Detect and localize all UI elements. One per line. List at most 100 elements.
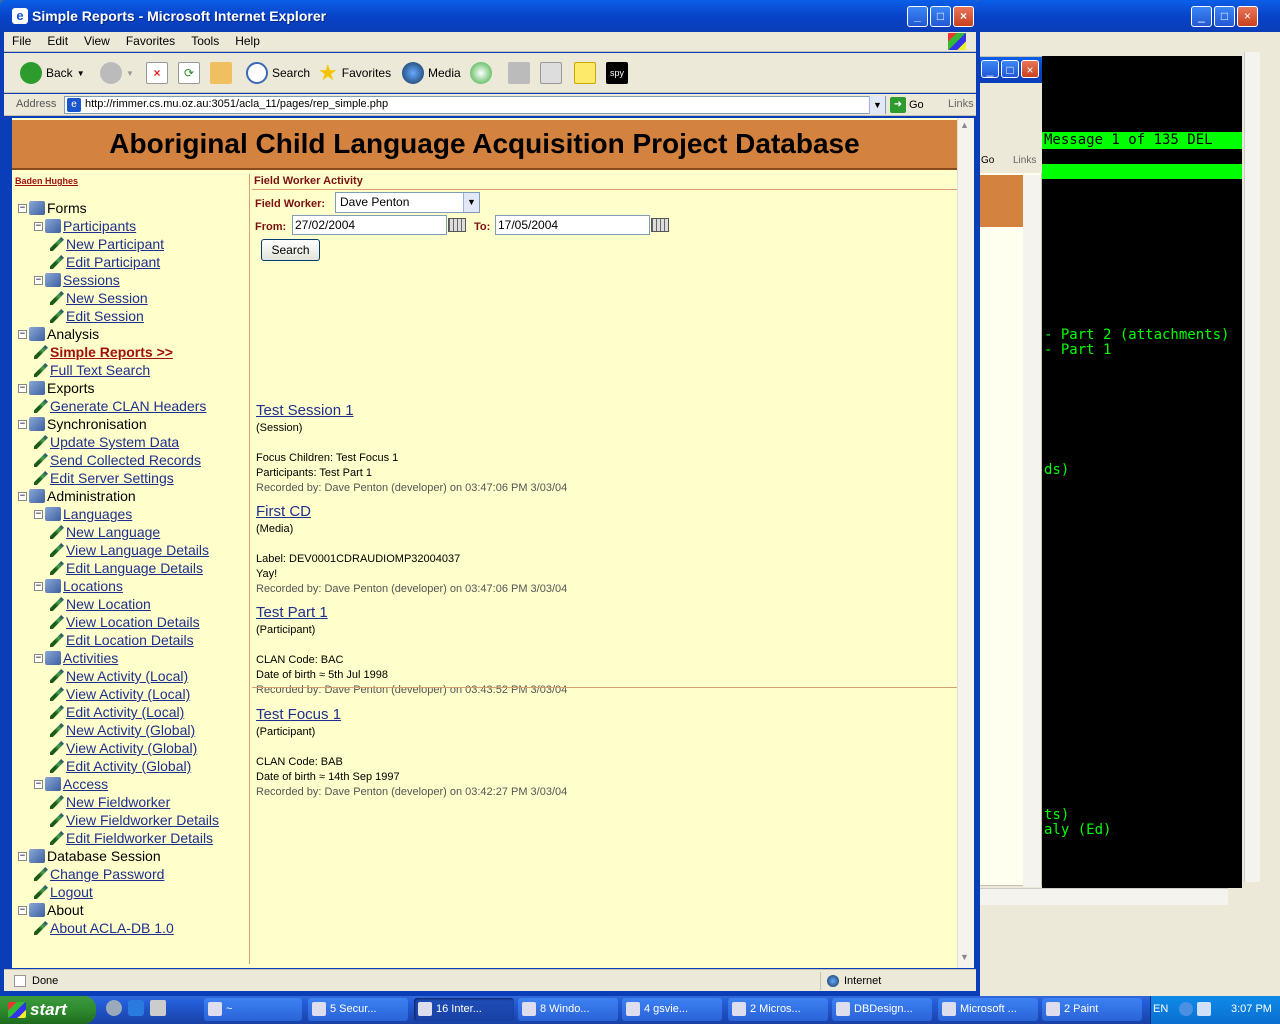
chevron-down-icon[interactable]: ▼ — [869, 96, 885, 114]
nav-item-label[interactable]: About ACLA-DB 1.0 — [50, 920, 174, 936]
nav-item-label[interactable]: Activities — [63, 650, 118, 666]
taskbar-button[interactable]: 2 Micros... — [728, 998, 828, 1021]
taskbar-button[interactable]: DBDesign... — [832, 998, 932, 1021]
media-button[interactable]: Media — [402, 60, 461, 86]
collapse-toggle-icon[interactable]: − — [34, 779, 43, 789]
nav-item-label[interactable]: Edit Language Details — [66, 560, 203, 576]
nav-item-label[interactable]: View Activity (Global) — [66, 740, 197, 756]
nav-item[interactable]: Edit Location Details — [50, 631, 194, 649]
bg-ie-scrollbar[interactable] — [1023, 175, 1041, 887]
nav-item[interactable]: − Activities — [34, 649, 118, 667]
nav-item-label[interactable]: Edit Server Settings — [50, 470, 174, 486]
collapse-toggle-icon[interactable]: − — [34, 581, 43, 591]
start-button[interactable]: start — [0, 996, 96, 1024]
taskbar-button[interactable]: 16 Inter... — [414, 998, 514, 1021]
nav-item[interactable]: Edit Language Details — [50, 559, 203, 577]
nav-item[interactable]: New Language — [50, 523, 160, 541]
nav-item-label[interactable]: New Activity (Global) — [66, 722, 195, 738]
nav-item[interactable]: Send Collected Records — [34, 451, 201, 469]
back-button[interactable]: Back ▼ — [20, 60, 85, 86]
minimize-button[interactable]: _ — [907, 6, 928, 27]
nav-item[interactable]: View Activity (Global) — [50, 739, 197, 757]
menu-favorites[interactable]: Favorites — [118, 32, 183, 48]
taskbar-button[interactable]: 8 Windo... — [518, 998, 618, 1021]
nav-item[interactable]: − Participants — [34, 217, 136, 235]
history-button[interactable] — [470, 60, 492, 86]
nav-item-label[interactable]: Edit Activity (Local) — [66, 704, 184, 720]
nav-item[interactable]: − About — [18, 901, 84, 919]
nav-item[interactable]: New Participant — [50, 235, 164, 253]
collapse-toggle-icon[interactable]: − — [18, 851, 27, 861]
taskbar-button[interactable]: 5 Secur... — [308, 998, 408, 1021]
nav-item-label[interactable]: New Location — [66, 596, 151, 612]
taskbar-button[interactable]: 2 Paint — [1042, 998, 1142, 1021]
calendar-icon[interactable] — [651, 218, 669, 232]
nav-item[interactable]: About ACLA-DB 1.0 — [34, 919, 174, 937]
search-button[interactable]: Search — [246, 60, 310, 86]
bg-ie-go[interactable]: Go — [981, 155, 994, 166]
nav-item-label[interactable]: View Location Details — [66, 614, 200, 630]
nav-item[interactable]: Logout — [34, 883, 93, 901]
nav-item[interactable]: Edit Activity (Global) — [50, 757, 191, 775]
nav-item[interactable]: Simple Reports >> — [34, 343, 173, 361]
calendar-icon[interactable] — [448, 218, 466, 232]
address-input[interactable]: e http://rimmer.cs.mu.oz.au:3051/acla_11… — [64, 96, 886, 114]
nav-item[interactable]: − Forms — [18, 199, 87, 217]
nav-item-label[interactable]: Edit Fieldworker Details — [66, 830, 213, 846]
collapse-toggle-icon[interactable]: − — [18, 203, 27, 213]
bg-ie-minimize[interactable]: _ — [981, 60, 999, 78]
scroll-up-icon[interactable]: ▲ — [960, 120, 969, 130]
nav-item-label[interactable]: View Fieldworker Details — [66, 812, 219, 828]
ie-quicklaunch-icon[interactable] — [128, 1000, 144, 1016]
user-link[interactable]: Baden Hughes — [15, 176, 78, 186]
collapse-toggle-icon[interactable]: − — [18, 905, 27, 915]
bg-vscrollbar[interactable] — [1244, 52, 1260, 882]
bg-ie-maximize[interactable]: □ — [1001, 60, 1019, 78]
nav-item[interactable]: − Exports — [18, 379, 94, 397]
mail-button[interactable] — [508, 60, 530, 86]
menu-tools[interactable]: Tools — [183, 32, 227, 48]
bg-close-button[interactable]: × — [1237, 6, 1258, 27]
collapse-toggle-icon[interactable]: − — [34, 653, 43, 663]
from-date-input[interactable]: 27/02/2004 — [292, 215, 447, 235]
nav-item-label[interactable]: New Language — [66, 524, 160, 540]
vertical-scrollbar[interactable]: ▲ ▼ — [957, 118, 974, 968]
collapse-toggle-icon[interactable]: − — [34, 275, 43, 285]
forward-button[interactable]: ▼ — [100, 60, 134, 86]
nav-item-label[interactable]: Update System Data — [50, 434, 179, 450]
bg-hscrollbar[interactable] — [978, 888, 1228, 905]
nav-item-label[interactable]: Edit Session — [66, 308, 144, 324]
bg-maximize-button[interactable]: □ — [1214, 6, 1235, 27]
desktop-icon[interactable] — [150, 1000, 166, 1016]
nav-item[interactable]: − Database Session — [18, 847, 161, 865]
nav-item-label[interactable]: New Fieldworker — [66, 794, 170, 810]
nav-item[interactable]: − Locations — [34, 577, 123, 595]
chevron-down-icon[interactable]: ▼ — [77, 69, 85, 78]
nav-item[interactable]: View Fieldworker Details — [50, 811, 219, 829]
taskbar-button[interactable]: ~ — [204, 998, 302, 1021]
nav-item[interactable]: New Fieldworker — [50, 793, 170, 811]
notes-button[interactable] — [574, 60, 596, 86]
messenger-icon[interactable] — [106, 1000, 122, 1016]
to-date-input[interactable]: 17/05/2004 — [495, 215, 650, 235]
refresh-button[interactable]: ⟳ — [178, 60, 200, 86]
menu-edit[interactable]: Edit — [39, 32, 76, 48]
record-title-link[interactable]: First CD — [256, 503, 311, 520]
links-label[interactable]: Links — [948, 98, 974, 110]
home-button[interactable] — [210, 60, 232, 86]
go-button[interactable]: ➜ Go — [890, 96, 924, 114]
nav-item[interactable]: Edit Server Settings — [34, 469, 174, 487]
record-title-link[interactable]: Test Session 1 — [256, 402, 354, 419]
menu-view[interactable]: View — [76, 32, 118, 48]
collapse-toggle-icon[interactable]: − — [18, 329, 27, 339]
tray-arrow-icon[interactable] — [1179, 1002, 1193, 1016]
nav-item[interactable]: − Synchronisation — [18, 415, 147, 433]
nav-item-label[interactable]: Change Password — [50, 866, 164, 882]
collapse-toggle-icon[interactable]: − — [18, 419, 27, 429]
nav-item-label[interactable]: Locations — [63, 578, 123, 594]
nav-item-label[interactable]: New Activity (Local) — [66, 668, 188, 684]
nav-item[interactable]: Edit Participant — [50, 253, 160, 271]
favorites-button[interactable]: ★ Favorites — [318, 60, 391, 86]
spy-button[interactable]: spy — [606, 60, 628, 86]
maximize-button[interactable]: □ — [930, 6, 951, 27]
